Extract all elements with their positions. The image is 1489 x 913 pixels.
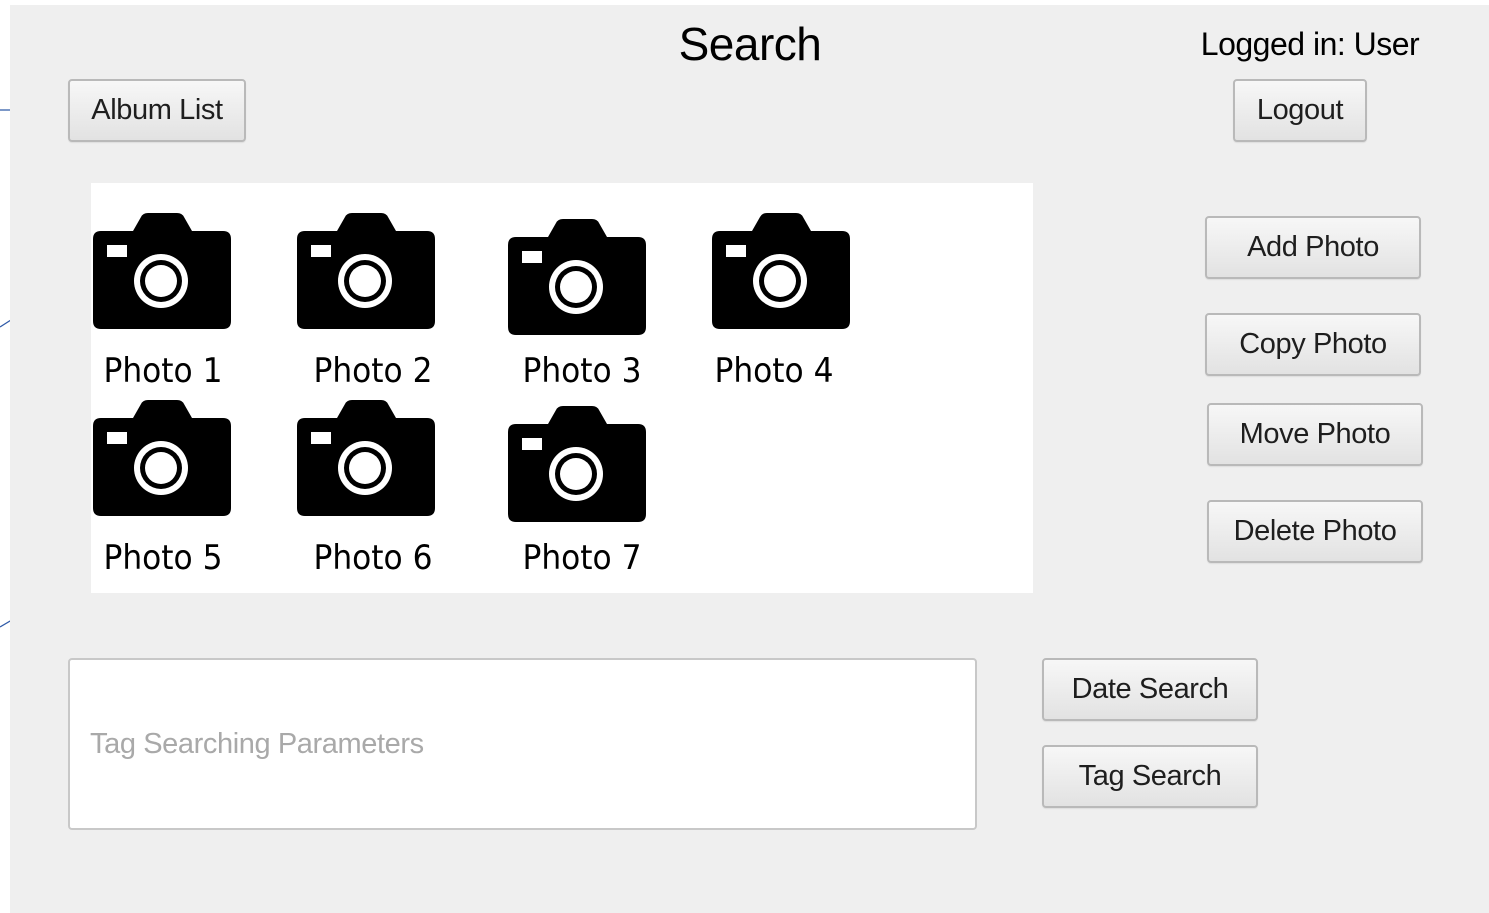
camera-icon [297,213,435,329]
login-status: Logged in: User [1200,26,1420,62]
camera-icon [297,400,435,516]
delete-photo-button[interactable]: Delete Photo [1207,500,1423,563]
photo-label: Photo 5 [103,538,223,578]
photo-thumbnail[interactable]: Photo 7 [508,406,688,591]
date-search-button[interactable]: Date Search [1042,658,1258,721]
photo-thumbnail[interactable]: Photo 1 [93,213,273,398]
photo-label: Photo 6 [313,538,433,578]
copy-photo-button[interactable]: Copy Photo [1205,313,1421,376]
add-photo-button[interactable]: Add Photo [1205,216,1421,279]
photo-label: Photo 2 [313,351,433,391]
screenshot-canvas: Search Logged in: User Album List Logout… [0,0,1489,913]
photo-label: Photo 1 [103,351,223,391]
tag-search-button[interactable]: Tag Search [1042,745,1258,808]
photo-thumbnail[interactable]: Photo 5 [93,400,273,585]
photo-label: Photo 3 [522,351,642,391]
photo-label: Photo 7 [522,538,642,578]
photo-label: Photo 4 [714,351,834,391]
camera-icon [712,213,850,329]
photo-grid: Photo 1 Photo 2 Photo 3 Photo 4 Photo 5 … [91,183,1033,593]
logout-button[interactable]: Logout [1233,79,1367,142]
tag-search-input[interactable] [68,658,977,830]
camera-icon [93,400,231,516]
camera-icon [508,406,646,522]
move-photo-button[interactable]: Move Photo [1207,403,1423,466]
photo-thumbnail[interactable]: Photo 6 [297,400,477,585]
album-list-button[interactable]: Album List [68,79,246,142]
page-title: Search [678,18,822,70]
photo-thumbnail[interactable]: Photo 2 [297,213,477,398]
photo-thumbnail[interactable]: Photo 3 [508,219,688,404]
camera-icon [508,219,646,335]
photo-thumbnail[interactable]: Photo 4 [712,213,892,398]
camera-icon [93,213,231,329]
